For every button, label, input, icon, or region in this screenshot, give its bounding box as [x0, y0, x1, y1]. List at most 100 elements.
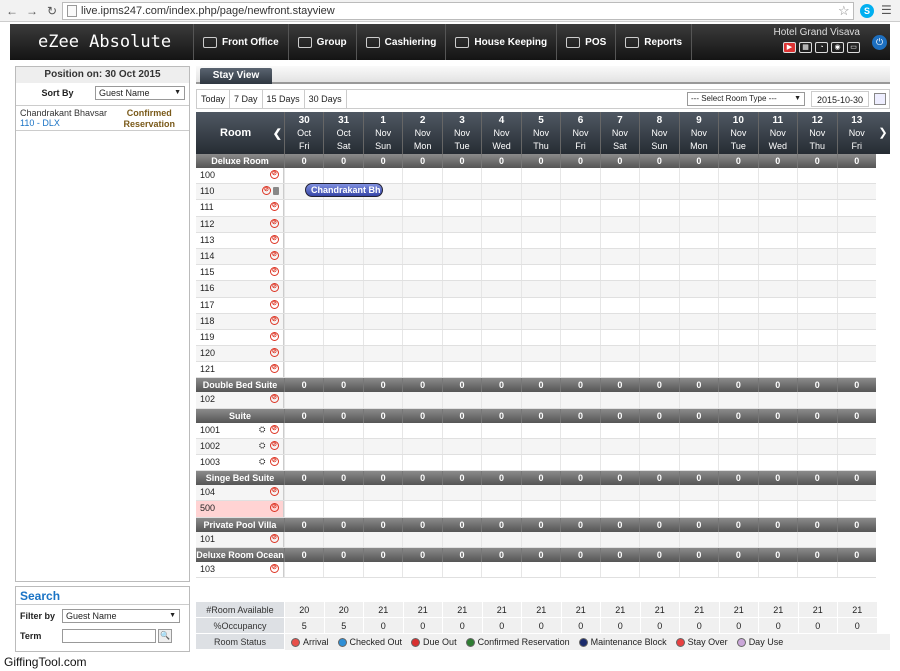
room-date-cell[interactable] — [481, 329, 520, 346]
room-date-cell[interactable] — [283, 362, 323, 378]
room-date-cell[interactable] — [520, 455, 560, 471]
room-date-cell[interactable] — [441, 561, 481, 577]
room-date-cell[interactable] — [797, 531, 836, 547]
room-date-cell[interactable] — [441, 422, 481, 438]
room-date-cell[interactable] — [402, 297, 441, 313]
next-arrow-icon[interactable]: ❯ — [876, 112, 890, 154]
room-date-cell[interactable] — [560, 297, 599, 313]
room-date-cell[interactable] — [678, 346, 718, 362]
room-number[interactable]: 112 ⊘ — [196, 216, 284, 232]
room-date-cell[interactable] — [757, 392, 797, 408]
room-date-cell[interactable] — [402, 501, 441, 517]
room-number[interactable]: 119 ⊘ — [196, 329, 284, 346]
room-date-cell[interactable] — [678, 265, 718, 281]
room-date-cell[interactable] — [836, 281, 876, 297]
room-date-cell[interactable] — [639, 216, 678, 232]
room-number[interactable]: 118 ⊘ — [196, 313, 284, 329]
room-date-cell[interactable] — [560, 313, 599, 329]
room-date-cell[interactable] — [639, 346, 678, 362]
no-entry-icon[interactable]: ⊘ — [269, 424, 279, 434]
tab-stay-view[interactable]: Stay View — [200, 68, 272, 84]
room-date-cell[interactable] — [362, 485, 402, 501]
room-date-cell[interactable] — [402, 362, 441, 378]
room-date-cell[interactable] — [323, 531, 362, 547]
room-date-cell[interactable] — [599, 485, 639, 501]
search-icon[interactable]: 🔍 — [158, 629, 172, 643]
calendar-icon[interactable] — [874, 93, 886, 105]
room-date-cell[interactable] — [560, 329, 599, 346]
room-date-cell[interactable] — [836, 184, 876, 200]
room-date-cell[interactable] — [560, 200, 599, 216]
room-date-cell[interactable] — [639, 184, 678, 200]
room-date-cell[interactable] — [599, 265, 639, 281]
room-date-cell[interactable] — [441, 281, 481, 297]
room-date-cell[interactable] — [520, 200, 560, 216]
room-date-cell[interactable] — [441, 501, 481, 517]
room-date-cell[interactable] — [441, 346, 481, 362]
room-date-cell[interactable] — [323, 362, 362, 378]
room-date-cell[interactable] — [283, 501, 323, 517]
room-date-cell[interactable] — [797, 168, 836, 184]
room-date-cell[interactable] — [678, 329, 718, 346]
room-date-cell[interactable] — [836, 485, 876, 501]
room-date-cell[interactable] — [678, 422, 718, 438]
room-number[interactable]: 104 ⊘ — [196, 485, 284, 501]
room-date-cell[interactable] — [718, 200, 757, 216]
room-date-cell[interactable] — [560, 265, 599, 281]
no-entry-icon[interactable]: ⊘ — [269, 202, 279, 212]
skype-icon[interactable]: S — [860, 4, 874, 18]
room-date-cell[interactable] — [757, 346, 797, 362]
nav-item[interactable]: Group — [289, 24, 357, 60]
room-date-cell[interactable] — [560, 168, 599, 184]
room-number[interactable]: 110 ⊘ — [196, 184, 284, 200]
room-date-cell[interactable] — [718, 485, 757, 501]
room-date-cell[interactable] — [441, 265, 481, 281]
room-date-cell[interactable] — [283, 455, 323, 471]
room-date-cell[interactable] — [362, 168, 402, 184]
room-date-cell[interactable] — [678, 216, 718, 232]
room-date-cell[interactable] — [402, 232, 441, 248]
room-date-cell[interactable] — [283, 232, 323, 248]
room-date-cell[interactable] — [323, 422, 362, 438]
room-date-cell[interactable] — [718, 438, 757, 454]
room-date-cell[interactable] — [481, 422, 520, 438]
room-date-cell[interactable] — [599, 455, 639, 471]
view-button[interactable]: 7 Day — [230, 90, 263, 108]
room-date-cell[interactable] — [323, 501, 362, 517]
room-number[interactable]: 1003 ⛭ ⊘ — [196, 455, 284, 471]
room-date-cell[interactable] — [599, 200, 639, 216]
room-date-cell[interactable] — [678, 362, 718, 378]
room-date-cell[interactable] — [599, 329, 639, 346]
room-date-cell[interactable] — [757, 200, 797, 216]
room-date-cell[interactable] — [599, 313, 639, 329]
room-date-cell[interactable] — [283, 438, 323, 454]
room-date-cell[interactable] — [402, 346, 441, 362]
room-date-cell[interactable] — [757, 455, 797, 471]
room-date-cell[interactable] — [560, 184, 599, 200]
room-date-cell[interactable] — [560, 248, 599, 265]
room-date-cell[interactable] — [402, 531, 441, 547]
no-entry-icon[interactable]: ⊘ — [269, 283, 279, 293]
room-number[interactable]: 111 ⊘ — [196, 200, 284, 216]
room-date-cell[interactable] — [560, 216, 599, 232]
room-date-cell[interactable] — [283, 531, 323, 547]
room-date-cell[interactable] — [718, 422, 757, 438]
room-date-cell[interactable] — [481, 346, 520, 362]
no-entry-icon[interactable]: ⊘ — [269, 440, 279, 450]
nav-item[interactable]: Cashiering — [357, 24, 447, 60]
room-date-cell[interactable] — [639, 313, 678, 329]
room-date-cell[interactable] — [520, 248, 560, 265]
room-date-cell[interactable] — [520, 362, 560, 378]
room-date-cell[interactable] — [836, 265, 876, 281]
room-date-cell[interactable] — [836, 200, 876, 216]
room-date-cell[interactable] — [481, 362, 520, 378]
room-date-cell[interactable] — [283, 422, 323, 438]
no-entry-icon[interactable]: ⊘ — [269, 503, 279, 513]
room-date-cell[interactable] — [599, 422, 639, 438]
room-date-cell[interactable] — [599, 346, 639, 362]
room-date-cell[interactable] — [678, 313, 718, 329]
room-date-cell[interactable] — [323, 329, 362, 346]
room-date-cell[interactable] — [362, 455, 402, 471]
room-date-cell[interactable] — [481, 184, 520, 200]
room-date-cell[interactable] — [323, 248, 362, 265]
